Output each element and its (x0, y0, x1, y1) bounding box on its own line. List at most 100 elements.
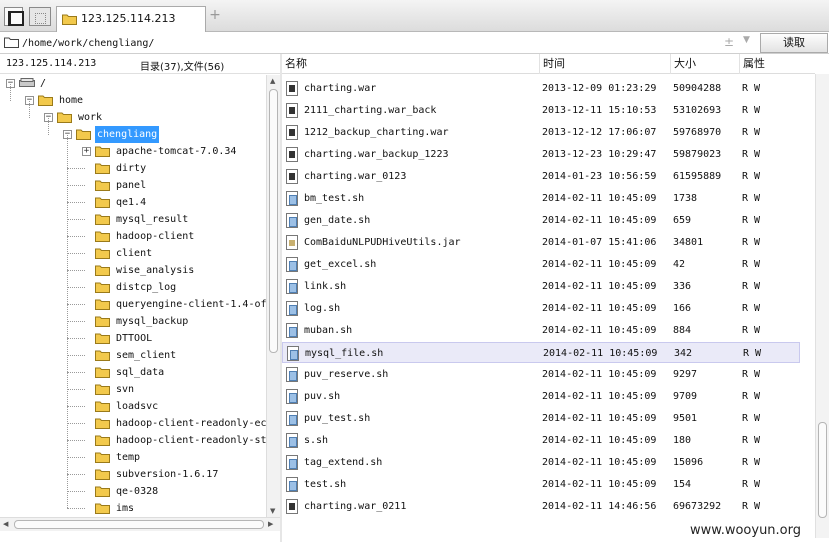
file-list-vertical-scrollbar[interactable] (815, 74, 829, 538)
file-attr: R W (742, 237, 761, 248)
tree-node[interactable]: wise_analysis (0, 262, 266, 279)
tree-node[interactable]: − work (0, 109, 266, 126)
tree-node[interactable]: mysql_result (0, 211, 266, 228)
file-row[interactable]: charting.war_0123 2014-01-23 10:56:59 6159… (282, 166, 800, 187)
file-row[interactable]: muban.sh 2014-02-11 10:45:09 884 R W (282, 320, 800, 341)
tree-node-label: wise_analysis (116, 265, 195, 276)
panel-toggle-icon[interactable] (4, 7, 24, 26)
tree-node[interactable]: dirty (0, 160, 266, 177)
scroll-up-icon[interactable]: ▲ (270, 77, 275, 85)
plus-minus-icon[interactable]: ± (724, 35, 734, 49)
tree-node[interactable]: qe-0328 (0, 483, 266, 500)
tree-node[interactable]: loadsvc (0, 398, 266, 415)
tree-node[interactable]: panel (0, 177, 266, 194)
tree-connector (48, 118, 49, 135)
left-pane-header: 123.125.114.213 目录(37),文件(56) (0, 54, 280, 74)
tree-node[interactable]: sql_data (0, 364, 266, 381)
tree-node[interactable]: + apache-tomcat-7.0.34 (0, 143, 266, 160)
tree-node-label: sql_data (116, 367, 165, 378)
file-attr: R W (742, 259, 761, 270)
tree-node[interactable]: qe1.4 (0, 194, 266, 211)
tab-bar: 123.125.114.213 + (0, 0, 829, 32)
file-time: 2014-02-11 10:45:09 (542, 369, 657, 380)
sh-file-icon (286, 389, 298, 404)
sh-file-icon (286, 411, 298, 426)
column-size[interactable]: 大小 (671, 54, 740, 74)
file-size: 336 (673, 281, 692, 292)
tree-node[interactable]: − chengliang (0, 126, 266, 143)
tree-node-label: hadoop-client (116, 231, 195, 242)
scroll-right-icon[interactable]: ▶ (268, 520, 273, 528)
tree-node[interactable]: hadoop-client (0, 228, 266, 245)
file-attr: R W (742, 149, 761, 160)
file-row[interactable]: charting.war_0211 2014-02-11 14:46:56 6967… (282, 496, 800, 517)
tree-node[interactable]: temp (0, 449, 266, 466)
tree-connector (67, 202, 85, 203)
file-attr: R W (742, 413, 761, 424)
tree-node[interactable]: svn (0, 381, 266, 398)
file-row[interactable]: log.sh 2014-02-11 10:45:09 166 R W (282, 298, 800, 319)
tree-connector (67, 219, 85, 220)
file-row[interactable]: mysql_file.sh 2014-02-11 10:45:09 342 R W (282, 342, 800, 363)
scroll-thumb[interactable] (818, 422, 827, 518)
scroll-left-icon[interactable]: ◀ (3, 520, 8, 528)
add-tab-button[interactable]: + (208, 8, 222, 22)
tree-node[interactable]: − home (0, 92, 266, 109)
tab-session[interactable]: 123.125.114.213 (56, 6, 206, 32)
file-row[interactable]: get_excel.sh 2014-02-11 10:45:09 42 R W (282, 254, 800, 275)
tree-node[interactable]: DTTOOL (0, 330, 266, 347)
sh-file-icon (286, 323, 298, 338)
folder-icon (4, 36, 19, 48)
tree-node[interactable]: mysql_backup (0, 313, 266, 330)
tree-horizontal-scrollbar[interactable]: ◀ ▶ (0, 517, 280, 531)
expand-icon[interactable]: + (82, 147, 91, 156)
blank-tab-icon[interactable] (29, 7, 51, 26)
tree-connector (67, 440, 85, 441)
file-row[interactable]: gen_date.sh 2014-02-11 10:45:09 659 R W (282, 210, 800, 231)
sh-file-icon (286, 279, 298, 294)
file-row[interactable]: ComBaiduNLPUDHiveUtils.jar 2014-01-07 15:… (282, 232, 800, 253)
tree-vertical-scrollbar[interactable]: ▲ ▼ (266, 75, 280, 517)
tree-node[interactable]: subversion-1.6.17 (0, 466, 266, 483)
tree-node-label: work (78, 112, 103, 123)
tree-node[interactable]: hadoop-client-readonly-ec (0, 415, 266, 432)
tree-node-label: mysql_result (116, 214, 189, 225)
tree-node-label: hadoop-client-readonly-ec (116, 418, 266, 429)
tree-node[interactable]: queryengine-client-1.4-of (0, 296, 266, 313)
tree-connector (67, 253, 85, 254)
scroll-thumb[interactable] (14, 520, 264, 529)
file-name: charting.war_backup_1223 (304, 149, 449, 160)
file-size: 884 (673, 325, 692, 336)
file-row[interactable]: bm_test.sh 2014-02-11 10:45:09 1738 R W (282, 188, 800, 209)
file-row[interactable]: s.sh 2014-02-11 10:45:09 180 R W (282, 430, 800, 451)
file-row[interactable]: charting.war 2013-12-09 01:23:29 50904288 R… (282, 78, 800, 99)
column-time[interactable]: 时间 (540, 54, 671, 74)
column-attr[interactable]: 属性 (740, 54, 800, 74)
path-input[interactable] (22, 35, 752, 51)
file-row[interactable]: test.sh 2014-02-11 10:45:09 154 R W (282, 474, 800, 495)
file-row[interactable]: link.sh 2014-02-11 10:45:09 336 R W (282, 276, 800, 297)
tree-node[interactable]: ims (0, 500, 266, 517)
file-time: 2013-12-23 10:29:47 (542, 149, 657, 160)
path-bar: ± ▼ 读取 (0, 32, 829, 54)
tree-node[interactable]: client (0, 245, 266, 262)
file-row[interactable]: puv.sh 2014-02-11 10:45:09 9709 R W (282, 386, 800, 407)
file-row[interactable]: 1212_backup_charting.war 2013-12-12 17:06… (282, 122, 800, 143)
scroll-thumb[interactable] (269, 89, 278, 353)
tree-node[interactable]: distcp_log (0, 279, 266, 296)
file-row[interactable]: charting.war_backup_1223 2013-12-23 10:29… (282, 144, 800, 165)
file-row[interactable]: puv_test.sh 2014-02-11 10:45:09 9501 R W (282, 408, 800, 429)
tree-node[interactable]: hadoop-client-readonly-st (0, 432, 266, 449)
war-file-icon (286, 147, 298, 162)
read-button[interactable]: 读取 (760, 33, 828, 53)
scroll-down-icon[interactable]: ▼ (270, 507, 275, 515)
file-row[interactable]: tag_extend.sh 2014-02-11 10:45:09 15096 R W (282, 452, 800, 473)
file-name: puv_reserve.sh (304, 369, 389, 380)
tree-node[interactable]: sem_client (0, 347, 266, 364)
file-size: 50904288 (673, 83, 722, 94)
file-row[interactable]: puv_reserve.sh 2014-02-11 10:45:09 9297 R W (282, 364, 800, 385)
file-row[interactable]: 2111_charting.war_back 2013-12-11 15:10:5… (282, 100, 800, 121)
chevron-down-icon[interactable]: ▼ (743, 35, 750, 45)
tree-node[interactable]: − / (0, 75, 266, 92)
column-name[interactable]: 名称 (282, 54, 540, 74)
